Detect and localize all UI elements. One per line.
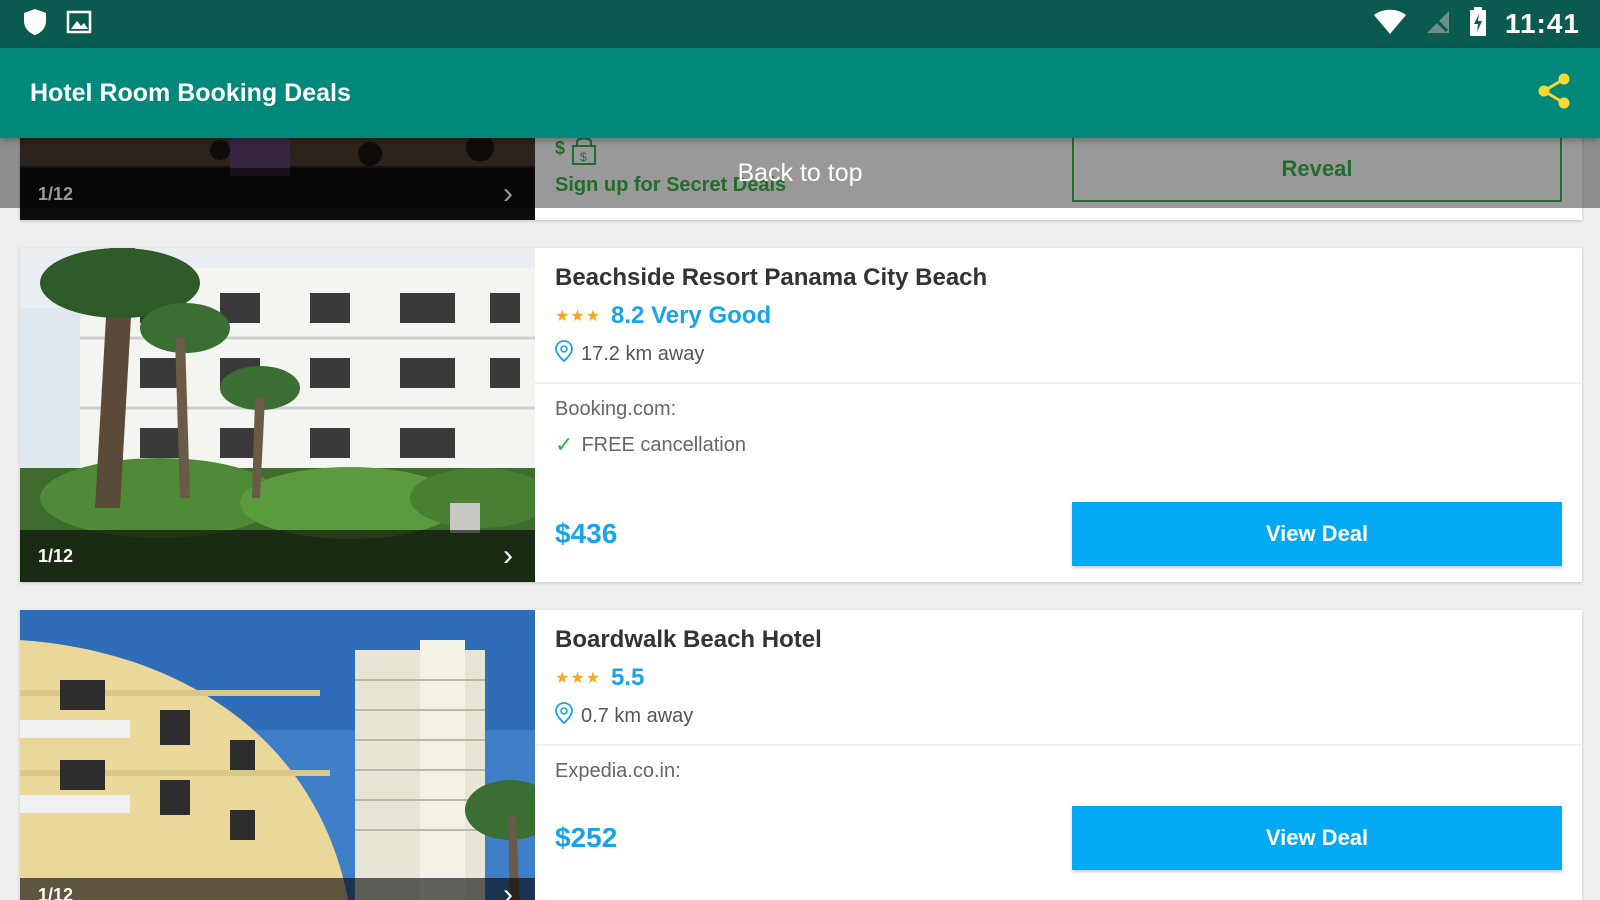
hotel-card-body: Beachside Resort Panama City Beach ★★★ 8…: [535, 248, 1582, 582]
app-bar: Hotel Room Booking Deals: [0, 48, 1600, 138]
price: $436: [555, 518, 618, 549]
cancellation-text: FREE cancellation: [581, 433, 746, 456]
image-icon: [66, 10, 92, 39]
price: $252: [555, 822, 618, 853]
chevron-right-icon[interactable]: ›: [503, 880, 513, 900]
chevron-right-icon[interactable]: ›: [503, 541, 513, 571]
back-to-top-button[interactable]: Back to top: [0, 138, 1600, 208]
review-rating: 5.5: [611, 664, 645, 691]
status-left: [22, 8, 92, 41]
share-icon: [1535, 72, 1573, 115]
hotel-image[interactable]: 1/12 ›: [20, 248, 535, 582]
image-overlay-bar: 1/12 ›: [20, 530, 535, 582]
provider-name: Booking.com:: [555, 398, 677, 420]
hotel-name[interactable]: Beachside Resort Panama City Beach: [555, 264, 987, 292]
distance-text: 17.2 km away: [581, 342, 705, 365]
image-counter: 1/12: [38, 884, 74, 900]
status-time: 11:41: [1504, 8, 1580, 39]
battery-charging-icon: [1469, 6, 1487, 42]
star-rating-icon: ★★★: [555, 670, 602, 687]
review-rating: 8.2 Very Good: [611, 302, 772, 329]
image-counter: 1/12: [38, 545, 74, 566]
view-deal-button[interactable]: View Deal: [1072, 806, 1562, 870]
cancellation-row: ✓ FREE cancellation: [555, 432, 746, 458]
distance-row: 0.7 km away: [555, 702, 693, 730]
location-pin-icon: [555, 340, 573, 368]
app-title: Hotel Room Booking Deals: [30, 78, 351, 107]
hotel-list[interactable]: Back to top 1/12 › $ $ Sign up for Secret…: [0, 138, 1600, 900]
distance-text: 0.7 km away: [581, 704, 694, 727]
shield-icon: [22, 8, 48, 41]
image-overlay-bar: 1/12 ›: [20, 878, 535, 900]
star-rating-icon: ★★★: [555, 308, 602, 325]
hotel-photo: [20, 610, 535, 900]
divider: [535, 382, 1582, 384]
wifi-icon: [1373, 9, 1407, 40]
hotel-card[interactable]: 1/12 › Boardwalk Beach Hotel ★★★ 5.5 0.7…: [20, 610, 1582, 900]
distance-row: 17.2 km away: [555, 340, 704, 368]
hotel-card[interactable]: 1/12 › Beachside Resort Panama City Beac…: [20, 248, 1582, 582]
check-icon: ✓: [555, 432, 574, 457]
hotel-card-body: Boardwalk Beach Hotel ★★★ 5.5 0.7 km awa…: [535, 610, 1582, 900]
status-bar: 11:41: [0, 0, 1600, 48]
back-to-top-label: Back to top: [737, 158, 863, 187]
rating-row: ★★★ 8.2 Very Good: [555, 302, 771, 330]
hotel-name[interactable]: Boardwalk Beach Hotel: [555, 626, 822, 654]
divider: [535, 744, 1582, 746]
hotel-image[interactable]: 1/12 ›: [20, 610, 535, 900]
share-button[interactable]: [1532, 71, 1576, 115]
location-pin-icon: [555, 702, 573, 730]
provider-name: Expedia.co.in:: [555, 760, 681, 782]
rating-row: ★★★ 5.5: [555, 664, 644, 692]
no-signal-icon: [1425, 9, 1451, 40]
status-right: 11:41: [1373, 6, 1580, 42]
view-deal-button[interactable]: View Deal: [1072, 502, 1562, 566]
